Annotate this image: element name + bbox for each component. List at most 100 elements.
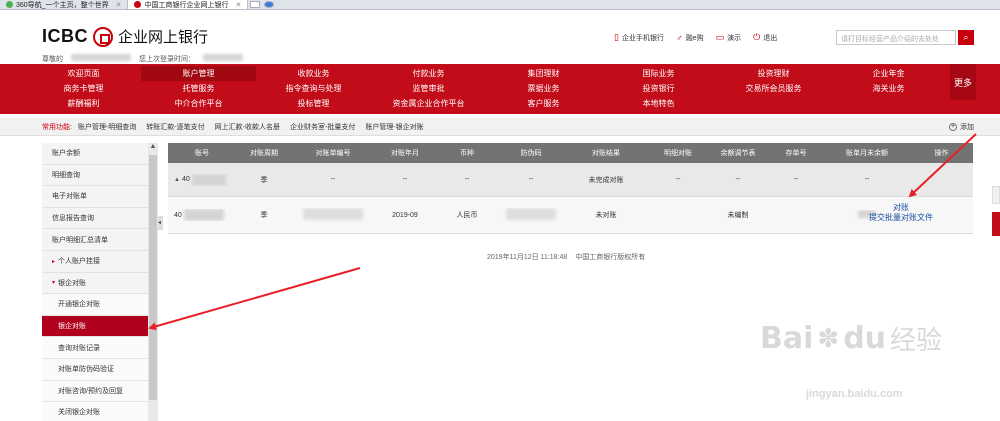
close-icon[interactable]: ✕	[235, 1, 241, 9]
sidebar-item[interactable]: 银企对账	[42, 315, 148, 338]
close-icon[interactable]: ✕	[116, 1, 122, 9]
nav-item[interactable]: 票据业务	[486, 81, 601, 96]
sidebar-scrollbar[interactable]: ▲	[148, 143, 158, 421]
row-actions: 对账 提交批量对账文件	[858, 203, 944, 223]
page-header: ICBC 企业网上银行 尊敬的 您上次登录时间： ▯ 企业手机银行 ♂ 融e购 ▭ 演…	[0, 10, 1000, 64]
icbc-logo: ICBC 企业网上银行	[42, 26, 209, 47]
sidebar-item[interactable]: ▾ 银企对账	[42, 273, 148, 295]
new-tab-button[interactable]	[250, 1, 261, 8]
nav-item[interactable]: 商务卡管理	[26, 81, 141, 96]
globe-icon	[6, 1, 13, 8]
common-item[interactable]: 企业财务室-批量支付	[290, 122, 355, 132]
sidebar-item[interactable]: 电子对账单	[42, 186, 148, 208]
collapse-sidebar-icon[interactable]: ◂	[158, 216, 163, 230]
sidebar-item[interactable]: 对账咨询/预约及回复	[42, 380, 148, 403]
icbc-icon	[134, 1, 142, 8]
common-item[interactable]: 网上汇款-收款人名册	[215, 122, 280, 132]
rong-e-gou-link[interactable]: ♂ 融e购	[676, 33, 704, 43]
sidebar-item[interactable]: 账户明细汇总清单	[42, 229, 148, 251]
main-nav: 欢迎页面 账户管理 收款业务 付款业务 集团理财 国际业务 投资理财 企业年金商务卡管理 托管服…	[0, 64, 1000, 114]
nav-item[interactable]: 海关业务	[831, 81, 946, 96]
mobile-bank-link[interactable]: ▯ 企业手机银行	[614, 32, 664, 43]
sidebar-item[interactable]: ▸ 个人账户挂接	[42, 251, 148, 273]
more-button[interactable]: 更多	[950, 64, 976, 100]
nav-item[interactable]: 投标管理	[256, 96, 371, 111]
sidebar-item-label: 明细查询	[52, 171, 80, 179]
nav-item[interactable]: 集团理财	[486, 66, 601, 81]
sidebar-item-label: 银企对账	[58, 323, 86, 331]
search-button[interactable]: ⌕	[958, 30, 974, 45]
sidebar-item[interactable]: 开通银企对账	[42, 294, 148, 316]
annotation-arrow	[148, 267, 361, 331]
tab-icbc[interactable]: 中国工商银行企业网上银行 ✕	[128, 0, 249, 9]
redacted-number	[303, 208, 363, 220]
sidebar-item[interactable]: 关闭银企对账	[42, 402, 148, 421]
sidebar-item-label: 开通银企对账	[58, 301, 100, 309]
sidebar-item-label: 账户明细汇总清单	[52, 236, 108, 244]
column-header: 操作	[934, 150, 949, 157]
column-header: 币种	[460, 150, 474, 157]
nav-item[interactable]: 客户服务	[486, 96, 601, 111]
nav-item[interactable]: 中介合作平台	[141, 96, 256, 111]
search-input[interactable]: 请打目标经营产品介绍的去处处	[836, 30, 956, 45]
nav-item[interactable]: 收款业务	[256, 66, 371, 81]
sidebar-item[interactable]: 明细查询	[42, 165, 148, 187]
nav-item[interactable]: 指令查询与处理	[256, 81, 371, 96]
sidebar-item-label: 电子对账单	[52, 193, 87, 201]
nav-item[interactable]: 投资银行	[601, 81, 716, 96]
sidebar-item[interactable]: 查询对账记录	[42, 337, 148, 359]
nav-item[interactable]: 国际业务	[601, 66, 716, 81]
nav-item[interactable]: 托管服务	[141, 81, 256, 96]
column-header: 明细对账	[664, 150, 692, 157]
cart-icon: ♂	[675, 32, 683, 43]
common-functions-bar: 常用功能: 账户管理-明细查询 转账汇款-逐笔支付 网上汇款-收款人名册 企业财…	[0, 118, 1000, 136]
sidebar-item[interactable]: 信息报告查询	[42, 208, 148, 230]
phone-icon: ▯	[614, 32, 619, 42]
plus-icon: +	[949, 122, 957, 131]
column-header: 对账结果	[592, 150, 620, 157]
nav-item[interactable]: 企业年金	[831, 66, 946, 81]
demo-link[interactable]: ▭ 演示	[716, 32, 742, 43]
common-item[interactable]: 转账汇款-逐笔支付	[146, 122, 204, 132]
reconcile-link[interactable]: 对账	[893, 203, 909, 213]
nav-grid: 欢迎页面 账户管理 收款业务 付款业务 集团理财 国际业务 投资理财 企业年金商务卡管理 托管服…	[26, 66, 946, 111]
caret-down-icon: ▾	[52, 280, 56, 287]
scrollbar-thumb[interactable]	[149, 155, 157, 400]
side-tool-button[interactable]	[992, 212, 1000, 236]
sidebar-item-label: 银企对账	[58, 279, 87, 287]
tab-360[interactable]: 360导航_一个主页，整个世界 ✕	[0, 0, 129, 9]
power-icon: ⏻	[753, 32, 761, 42]
column-header: 对账单编号	[315, 150, 351, 157]
sidebar-item-label: 关闭银企对账	[58, 409, 100, 417]
sidebar-item[interactable]: 对账单防伪码验证	[42, 358, 148, 381]
sidebar-item-label: 信息报告查询	[52, 215, 94, 223]
common-item[interactable]: 账户管理-银企对账	[365, 122, 423, 132]
nav-item[interactable]: 薪酬福利	[26, 96, 141, 111]
column-header: 账单月末余额	[846, 150, 888, 157]
redacted-account	[183, 209, 224, 221]
expand-icon[interactable]: ▲	[174, 177, 180, 183]
nav-item[interactable]: 资金属企业合作平台	[371, 96, 486, 111]
monitor-icon: ▭	[715, 32, 725, 42]
sidebar-item-label: 个人账户挂接	[58, 258, 101, 266]
common-item[interactable]: 账户管理-明细查询	[78, 122, 136, 132]
column-header: 对账年月	[391, 150, 419, 157]
chevron-up-icon[interactable]: ▲	[148, 143, 158, 153]
logout-link[interactable]: ⏻ 退出	[753, 32, 777, 43]
table-row: 40 季 2019-09 人民币 未对账 未编制	[168, 197, 973, 234]
nav-item[interactable]: 投资理财	[716, 66, 831, 81]
baidu-watermark: Bai ✽ du 经验	[760, 321, 943, 356]
column-header: 防伪码	[520, 150, 542, 157]
submit-batch-file-link[interactable]: 提交批量对账文件	[869, 213, 933, 223]
column-header: 账号	[195, 150, 209, 157]
sidebar-item[interactable]: 账户余额	[42, 143, 148, 165]
ie-icon[interactable]	[264, 1, 275, 8]
nav-item[interactable]: 欢迎页面	[26, 66, 141, 81]
side-tool-button[interactable]	[992, 186, 1000, 204]
nav-item[interactable]: 交易所会员服务	[716, 81, 831, 96]
add-common-button[interactable]: + 添加	[949, 122, 974, 132]
nav-item[interactable]: 账户管理	[141, 66, 256, 81]
nav-item[interactable]: 监管审批	[371, 81, 486, 96]
nav-item[interactable]: 付款业务	[371, 66, 486, 81]
nav-item[interactable]: 本地特色	[601, 96, 716, 111]
